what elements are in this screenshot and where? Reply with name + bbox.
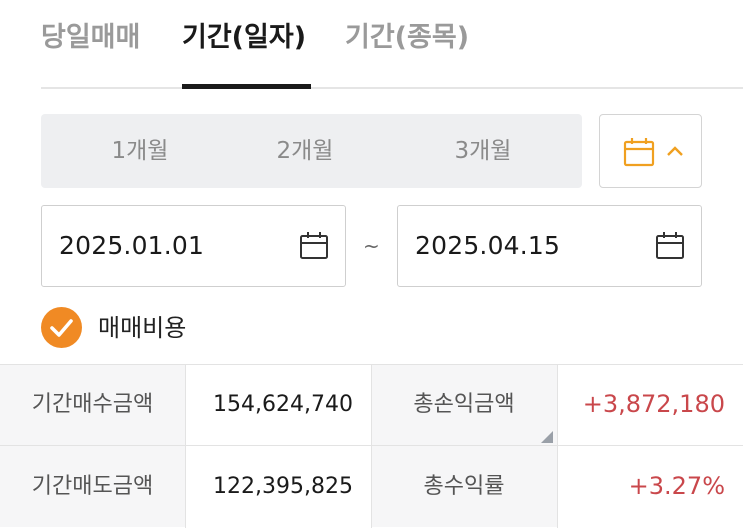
calendar-toggle-button[interactable] (599, 114, 702, 188)
total-pnl-value: +3,872,180 (557, 364, 743, 445)
total-return-value: +3.27% (557, 446, 743, 527)
table-column-divider (557, 364, 558, 528)
tab-bar: 당일매매 기간(일자) 기간(종목) (41, 0, 743, 88)
total-pnl-label[interactable]: 총손익금액 (371, 364, 557, 445)
end-date-field[interactable]: 2025.04.15 (397, 205, 702, 287)
date-range-separator: ~ (363, 234, 380, 258)
tooltip-corner-indicator[interactable] (541, 431, 553, 443)
buy-amount-label: 기간매수금액 (0, 364, 185, 445)
start-date-value: 2025.01.01 (59, 231, 205, 260)
fee-checkbox[interactable] (41, 307, 82, 348)
table-column-divider (371, 364, 372, 528)
period-button-group: 1개월 2개월 3개월 (41, 114, 582, 188)
total-return-label: 총수익률 (371, 446, 557, 527)
calendar-icon (623, 138, 655, 167)
calendar-icon[interactable] (299, 231, 329, 261)
tab-period-by-date[interactable]: 기간(일자) (182, 20, 306, 56)
fee-checkbox-label[interactable]: 매매비용 (98, 310, 186, 346)
active-tab-indicator (182, 84, 311, 89)
end-date-value: 2025.04.15 (415, 231, 561, 260)
period-2-month-button[interactable]: 2개월 (246, 114, 364, 188)
buy-amount-value: 154,624,740 (185, 364, 371, 445)
chevron-up-icon (667, 146, 683, 156)
period-1-month-button[interactable]: 1개월 (81, 114, 199, 188)
sell-amount-value: 122,395,825 (185, 446, 371, 527)
tab-today-trades[interactable]: 당일매매 (41, 20, 140, 56)
summary-table: 기간매수금액 154,624,740 총손익금액 +3,872,180 기간매도… (0, 364, 743, 528)
tab-divider (41, 87, 743, 89)
sell-amount-label: 기간매도금액 (0, 446, 185, 527)
start-date-field[interactable]: 2025.01.01 (41, 205, 346, 287)
tab-period-by-stock[interactable]: 기간(종목) (345, 20, 469, 56)
table-column-divider (185, 364, 186, 528)
calendar-icon[interactable] (655, 231, 685, 261)
period-3-month-button[interactable]: 3개월 (424, 114, 542, 188)
